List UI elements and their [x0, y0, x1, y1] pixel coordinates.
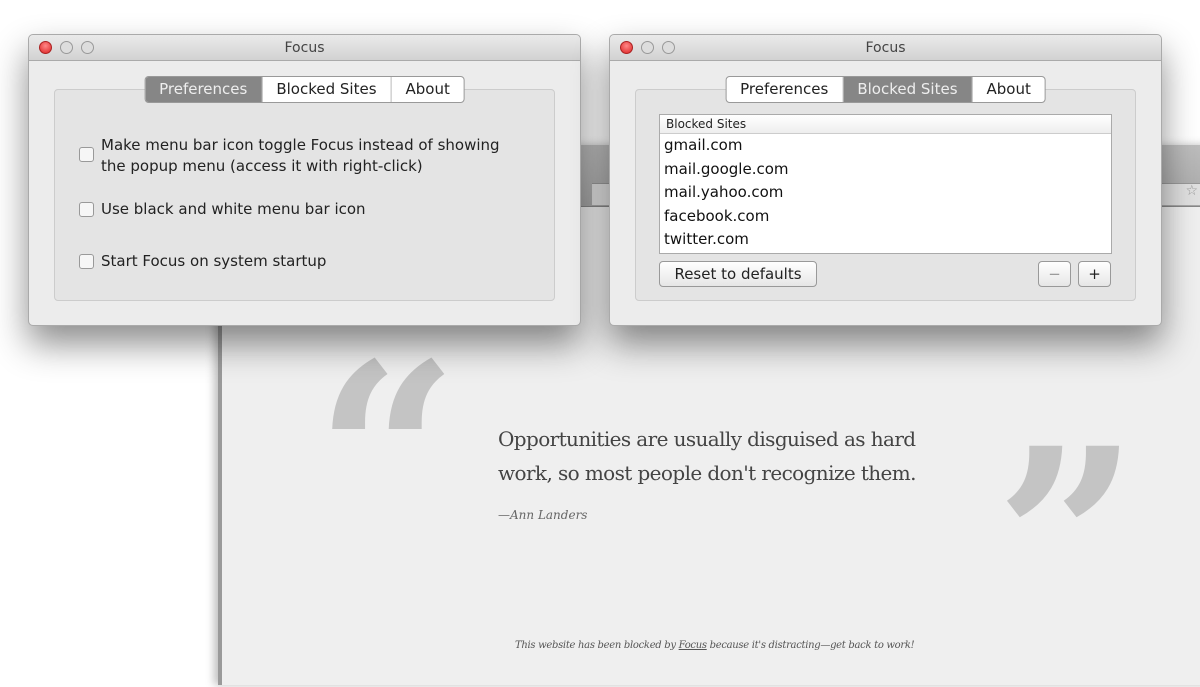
list-item[interactable]: mail.yahoo.com	[660, 181, 1111, 205]
tab-bar: Preferences Blocked Sites About	[725, 76, 1046, 103]
window-title: Focus	[865, 40, 906, 56]
quote-text: Opportunities are usually disguised as h…	[498, 427, 917, 485]
option-label: Make menu bar icon toggle Focus instead …	[101, 136, 500, 154]
blocked-sites-window: Focus Preferences Blocked Sites About Bl…	[609, 34, 1162, 326]
list-item[interactable]: gmail.com	[660, 134, 1111, 158]
minimize-button[interactable]	[641, 41, 654, 54]
window-title: Focus	[284, 40, 325, 56]
bookmark-star-icon[interactable]: ☆	[1185, 183, 1198, 199]
tab-about[interactable]: About	[973, 77, 1045, 102]
startup-option[interactable]: Start Focus on system startup	[79, 251, 326, 272]
preferences-window: Focus Preferences Blocked Sites About Ma…	[28, 34, 581, 326]
focus-link[interactable]: Focus	[679, 640, 707, 651]
tab-blocked-sites[interactable]: Blocked Sites	[262, 77, 392, 102]
option-label-line2: the popup menu (access it with right-cli…	[101, 157, 423, 175]
blocked-footer: This website has been blocked by Focus b…	[515, 640, 915, 651]
startup-checkbox[interactable]	[79, 254, 94, 269]
title-bar: Focus	[29, 35, 580, 61]
close-quote-mark: ”	[995, 393, 1139, 687]
title-bar: Focus	[610, 35, 1161, 61]
tab-bar: Preferences Blocked Sites About	[144, 76, 465, 103]
blocked-sites-list[interactable]: Blocked Sites gmail.com mail.google.com …	[659, 114, 1112, 254]
footer-text: This website has been blocked by	[515, 640, 679, 651]
list-header[interactable]: Blocked Sites	[660, 115, 1111, 134]
tab-blocked-sites[interactable]: Blocked Sites	[843, 77, 973, 102]
tab-preferences[interactable]: Preferences	[145, 77, 263, 102]
close-button[interactable]	[39, 41, 52, 54]
close-button[interactable]	[620, 41, 633, 54]
footer-text-end: because it's distracting—get back to wor…	[706, 640, 915, 651]
quote-author: —Ann Landers	[498, 508, 588, 522]
open-quote-mark: “	[315, 308, 459, 602]
tab-about[interactable]: About	[392, 77, 464, 102]
bw-icon-checkbox[interactable]	[79, 202, 94, 217]
toggle-checkbox[interactable]	[79, 147, 94, 162]
remove-site-button[interactable]: −	[1038, 261, 1071, 287]
zoom-button[interactable]	[662, 41, 675, 54]
tab-preferences[interactable]: Preferences	[726, 77, 844, 102]
reset-defaults-button[interactable]: Reset to defaults	[659, 261, 817, 287]
minimize-button[interactable]	[60, 41, 73, 54]
list-item[interactable]: mail.google.com	[660, 158, 1111, 182]
toggle-option[interactable]: Make menu bar icon toggle Focus instead …	[79, 135, 500, 177]
list-item[interactable]: twitter.com	[660, 228, 1111, 252]
zoom-button[interactable]	[81, 41, 94, 54]
list-item[interactable]: facebook.com	[660, 205, 1111, 229]
option-label: Start Focus on system startup	[101, 252, 327, 270]
bw-icon-option[interactable]: Use black and white menu bar icon	[79, 199, 366, 220]
option-label: Use black and white menu bar icon	[101, 200, 366, 218]
add-site-button[interactable]: +	[1078, 261, 1111, 287]
